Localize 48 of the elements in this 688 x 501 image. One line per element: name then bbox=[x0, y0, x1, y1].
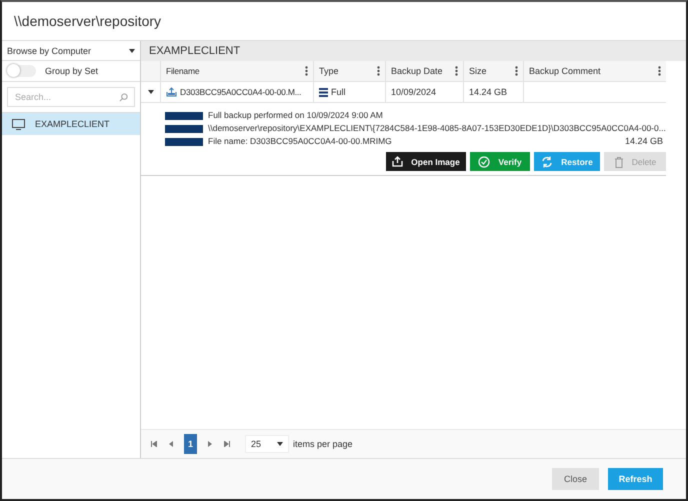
detail-text: File name: D303BCC95A0CC0A4-00-00.MRIMG bbox=[208, 136, 392, 146]
column-header[interactable]: Backup Comment bbox=[523, 61, 666, 81]
table-cell: Full bbox=[331, 87, 346, 97]
redacted-block bbox=[165, 125, 203, 133]
disk-image-icon bbox=[166, 87, 177, 97]
monitor-icon bbox=[12, 118, 25, 130]
window-title: \\demoserver\repository bbox=[14, 13, 162, 29]
verify-button[interactable]: Verify bbox=[470, 152, 530, 171]
toggle-switch[interactable] bbox=[7, 65, 36, 77]
items-per-page-label: items per page bbox=[293, 439, 353, 449]
column-header[interactable]: Backup Date bbox=[385, 61, 463, 81]
table-cell: 10/09/2024 bbox=[391, 87, 436, 97]
page-size-dropdown[interactable]: 25 bbox=[245, 435, 289, 453]
panel-title: EXAMPLECLIENT bbox=[149, 45, 240, 57]
table-cell: 14.24 GB bbox=[469, 87, 508, 97]
table-cell: D303BCC95A0CC0A4-00-00.M... bbox=[180, 87, 302, 97]
size-text: 14.24 GB bbox=[624, 136, 664, 146]
redacted-block bbox=[165, 138, 203, 146]
caret-icon bbox=[277, 442, 283, 446]
page-button[interactable]: 1 bbox=[184, 434, 197, 454]
detail-text: Full backup performed on 10/09/2024 9:00 AM bbox=[208, 110, 383, 120]
column-header[interactable]: Size bbox=[463, 61, 523, 81]
detail-text: \\demoserver\repository\EXAMPLECLIENT\{7284C584-1E98-4085-8A07-153ED30EDE1D}\D303BCC95A0CC0A4-00-0... bbox=[208, 123, 666, 133]
caret-icon bbox=[129, 48, 135, 52]
column-header[interactable]: Type bbox=[313, 61, 385, 81]
search-field[interactable]: Search... bbox=[7, 87, 135, 107]
search-icon bbox=[119, 93, 128, 102]
full-backup-icon bbox=[319, 88, 328, 96]
trash-icon bbox=[614, 156, 624, 168]
column-menu-icon bbox=[515, 66, 518, 76]
column-menu-icon bbox=[305, 66, 308, 76]
first-page-icon[interactable] bbox=[151, 441, 157, 447]
upload-icon bbox=[392, 156, 404, 167]
last-page-icon[interactable] bbox=[224, 441, 230, 447]
column-menu-icon bbox=[658, 66, 661, 76]
column-header[interactable]: Filename bbox=[160, 61, 313, 81]
column-menu-icon bbox=[377, 66, 380, 76]
close-button[interactable]: Close bbox=[552, 468, 599, 490]
next-page-icon[interactable] bbox=[208, 441, 213, 447]
refresh-icon bbox=[541, 156, 554, 168]
expand-toggle-icon[interactable] bbox=[148, 89, 154, 95]
column-menu-icon bbox=[455, 66, 458, 76]
toggle-label: Group by Set bbox=[45, 66, 98, 76]
previous-page-icon[interactable] bbox=[168, 441, 173, 447]
open-button[interactable]: Open Image bbox=[386, 152, 466, 171]
redacted-block bbox=[165, 112, 203, 120]
check-circle-icon bbox=[478, 156, 490, 168]
computer-item[interactable]: EXAMPLECLIENT bbox=[2, 113, 140, 135]
